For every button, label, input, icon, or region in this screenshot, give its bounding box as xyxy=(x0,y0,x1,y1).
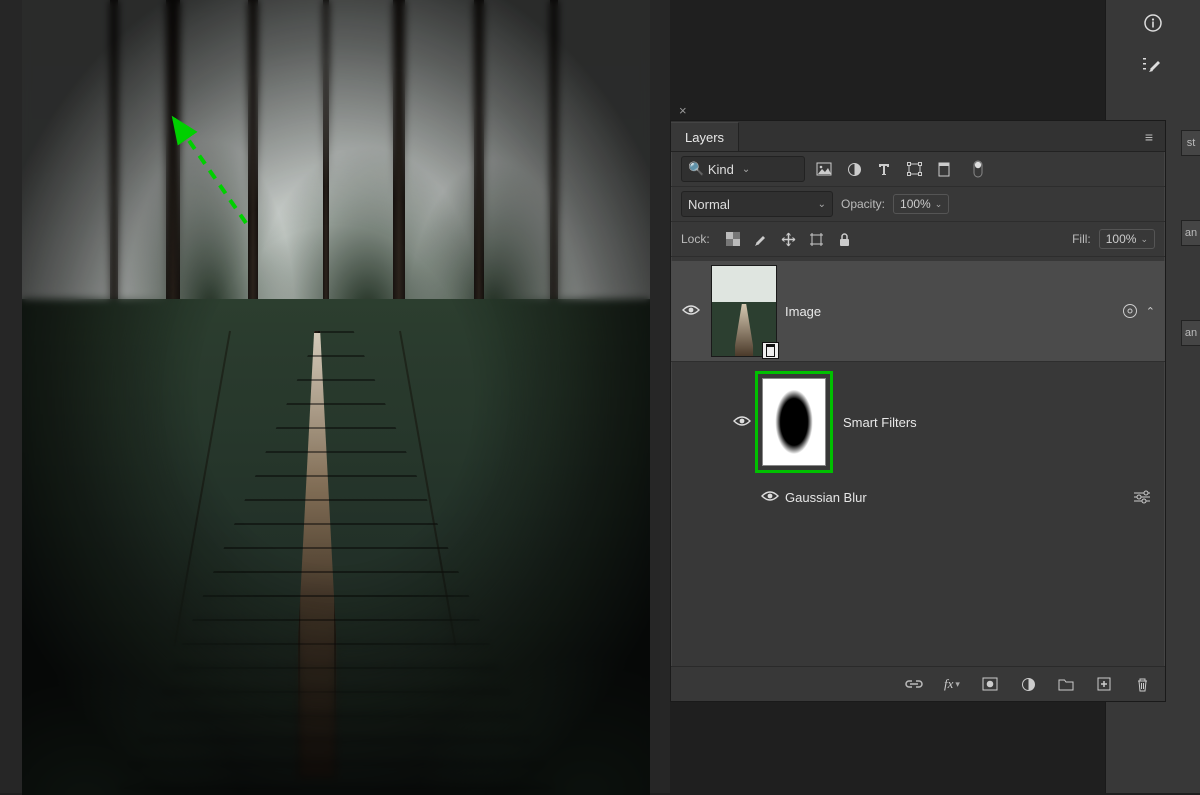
new-layer-icon[interactable] xyxy=(1093,673,1115,695)
info-icon[interactable] xyxy=(1134,4,1172,42)
expand-chevron-icon[interactable]: ⌃ xyxy=(1146,305,1155,318)
fill-field[interactable]: 100%⌄ xyxy=(1099,229,1155,249)
layer-list: Image ⌃ Smart Filters Gaussian Blur xyxy=(671,257,1165,512)
visibility-eye-icon[interactable] xyxy=(761,489,777,505)
lock-pixels-icon[interactable] xyxy=(750,228,772,250)
blend-mode-dropdown[interactable]: Normal⌄ xyxy=(681,191,833,217)
filter-pixel-icon[interactable] xyxy=(813,158,835,180)
lock-all-icon[interactable] xyxy=(834,228,856,250)
adjustment-icon[interactable] xyxy=(1017,673,1039,695)
filter-name: Gaussian Blur xyxy=(785,490,867,505)
filter-kind-dropdown[interactable]: 🔍 Kind⌄ xyxy=(681,156,805,182)
chevron-down-icon: ⌄ xyxy=(818,199,826,210)
layer-row-image[interactable]: Image ⌃ xyxy=(671,261,1165,362)
layers-panel-footer: fx▾ xyxy=(671,666,1165,701)
chevron-down-icon: ⌄ xyxy=(1140,234,1148,245)
layer-filter-row: 🔍 Kind⌄ xyxy=(671,152,1165,187)
tree-trunk xyxy=(248,0,258,347)
lock-position-icon[interactable] xyxy=(778,228,800,250)
canvas-image xyxy=(22,0,650,795)
fill-label: Fill: xyxy=(1072,232,1091,246)
lock-artboard-icon[interactable] xyxy=(806,228,828,250)
link-icon[interactable] xyxy=(903,673,925,695)
filter-shape-icon[interactable] xyxy=(903,158,925,180)
filter-mask-thumbnail[interactable] xyxy=(755,371,833,473)
opacity-label: Opacity: xyxy=(841,197,885,211)
collapsed-panel-tab[interactable]: an xyxy=(1181,320,1200,346)
lock-label: Lock: xyxy=(681,232,710,246)
tree-trunk xyxy=(166,0,180,347)
smart-filter-indicator-icon[interactable] xyxy=(1122,303,1138,319)
trash-icon[interactable] xyxy=(1131,673,1153,695)
lock-transparency-icon[interactable] xyxy=(722,228,744,250)
filter-adjustment-icon[interactable] xyxy=(843,158,865,180)
panel-close-icon[interactable]: × xyxy=(679,103,687,118)
panel-menu-icon[interactable]: ≡ xyxy=(1135,123,1165,151)
collapsed-panel-tab[interactable]: an xyxy=(1181,220,1200,246)
group-icon[interactable] xyxy=(1055,673,1077,695)
chevron-down-icon: ⌄ xyxy=(742,164,750,175)
filter-smartobject-icon[interactable] xyxy=(933,158,955,180)
chevron-down-icon: ⌄ xyxy=(935,199,943,210)
document-canvas[interactable] xyxy=(0,0,670,793)
blend-opacity-row: Normal⌄ Opacity: 100%⌄ xyxy=(671,187,1165,222)
panel-tabbar: Layers ≡ xyxy=(671,121,1165,152)
filter-blend-options-icon[interactable] xyxy=(1133,490,1151,504)
image-ground xyxy=(22,299,650,795)
layers-panel: × Layers ≡ 🔍 Kind⌄ Normal⌄ Opacity: xyxy=(670,120,1166,702)
filter-toggle-switch[interactable] xyxy=(967,158,989,180)
visibility-eye-icon[interactable] xyxy=(682,303,698,319)
visibility-eye-icon[interactable] xyxy=(733,414,749,430)
tree-trunk xyxy=(110,0,118,347)
brush-list-icon[interactable] xyxy=(1134,46,1172,84)
layers-tab[interactable]: Layers xyxy=(671,122,739,151)
tree-trunk xyxy=(550,0,558,347)
smart-filters-label: Smart Filters xyxy=(843,415,1165,430)
smart-object-badge-icon xyxy=(762,342,779,359)
lock-fill-row: Lock: Fill: 100%⌄ xyxy=(671,222,1165,257)
layer-thumbnail[interactable] xyxy=(711,265,777,357)
tree-trunk xyxy=(474,0,484,347)
tree-trunk xyxy=(393,0,405,347)
tree-trunk xyxy=(323,0,329,347)
mask-icon[interactable] xyxy=(979,673,1001,695)
smart-filters-row[interactable]: Smart Filters xyxy=(671,362,1165,482)
filter-type-icon[interactable] xyxy=(873,158,895,180)
filter-entry-gaussian-blur[interactable]: Gaussian Blur xyxy=(671,482,1165,512)
collapsed-panel-tab[interactable]: st xyxy=(1181,130,1200,156)
opacity-field[interactable]: 100%⌄ xyxy=(893,194,949,214)
fx-icon[interactable]: fx▾ xyxy=(941,673,963,695)
layer-name[interactable]: Image xyxy=(785,304,1122,319)
search-icon: 🔍 xyxy=(688,161,704,177)
